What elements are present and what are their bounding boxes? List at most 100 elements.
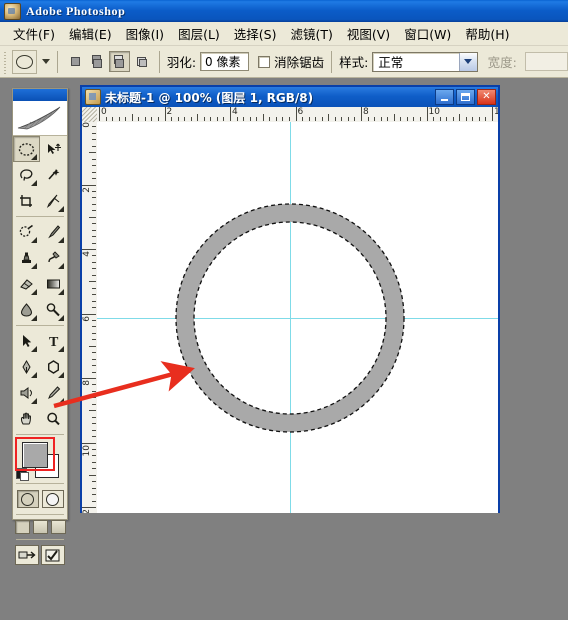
ruler-minor-tick (92, 436, 96, 438)
menu-image[interactable]: 图像(I) (119, 22, 171, 45)
blur-tool[interactable] (13, 297, 40, 323)
crop-tool[interactable] (13, 188, 40, 214)
ruler-label: 8 (363, 107, 369, 117)
jump-to-imageready-button[interactable] (15, 545, 39, 565)
path-selection-tool[interactable] (13, 328, 40, 354)
standard-screen-mode-button[interactable] (14, 520, 30, 534)
photoshop-app-icon (4, 2, 21, 20)
menu-file[interactable]: 文件(F) (6, 22, 62, 45)
ruler-major-tick (295, 107, 297, 121)
subtract-from-selection-button[interactable] (108, 51, 130, 72)
menu-help[interactable]: 帮助(H) (458, 22, 516, 45)
ruler-minor-tick (400, 117, 402, 121)
ruler-minor-tick (89, 152, 96, 154)
ruler-minor-tick (92, 468, 96, 470)
options-bar-grip[interactable] (2, 49, 10, 74)
standard-mode-button[interactable] (16, 490, 39, 508)
history-brush-tool[interactable] (40, 245, 67, 271)
ruler-minor-tick (92, 481, 96, 483)
menu-view[interactable]: 视图(V) (340, 22, 397, 45)
ruler-minor-tick (216, 117, 218, 121)
menu-select[interactable]: 选择(S) (227, 22, 284, 45)
selection-inner-marching-ants (193, 221, 387, 415)
feather-input[interactable]: 0 像素 (200, 52, 250, 71)
ruler-minor-tick (92, 416, 96, 418)
ruler-minor-tick (92, 307, 96, 309)
ruler-major-tick (361, 107, 362, 121)
shape-tool[interactable] (40, 354, 67, 380)
add-to-selection-button[interactable] (87, 51, 108, 72)
ruler-minor-tick (92, 255, 96, 257)
ruler-minor-tick (354, 117, 356, 121)
menu-layer[interactable]: 图层(L) (171, 22, 227, 45)
vertical-ruler[interactable]: 0 2 4 6 8 10 12 (82, 122, 98, 513)
ruler-minor-tick (92, 332, 96, 334)
ruler-minor-tick (459, 114, 461, 121)
intersect-selection-button[interactable] (131, 51, 152, 72)
move-tool[interactable] (40, 136, 67, 162)
full-screen-mode-button[interactable] (50, 520, 66, 534)
full-screen-with-menubar-button[interactable] (32, 520, 48, 534)
ruler-minor-tick (341, 117, 343, 121)
minimize-button[interactable] (435, 89, 454, 105)
close-button[interactable]: ✕ (477, 89, 496, 105)
ruler-minor-tick (452, 117, 454, 121)
clone-stamp-tool[interactable] (13, 245, 40, 271)
edit-in-imageready-button[interactable] (41, 545, 65, 565)
canvas-area[interactable] (97, 122, 498, 513)
ruler-minor-tick (190, 117, 192, 121)
dodge-tool[interactable] (40, 297, 67, 323)
notes-tool[interactable] (13, 380, 40, 406)
horizontal-ruler[interactable]: 0 2 4 6 8 10 12 (97, 107, 498, 123)
type-tool[interactable]: T (40, 328, 67, 354)
document-title-bar[interactable]: 未标题-1 @ 100% (图层 1, RGB/8) ✕ (82, 87, 498, 107)
gradient-tool[interactable] (40, 271, 67, 297)
ruler-label: 12 (82, 509, 92, 513)
ruler-minor-tick (256, 117, 258, 121)
divider (158, 50, 160, 73)
brush-tool[interactable] (40, 219, 67, 245)
menu-window[interactable]: 窗口(W) (397, 22, 458, 45)
chevron-down-icon[interactable] (41, 59, 50, 64)
style-select[interactable]: 正常 (372, 51, 478, 72)
menu-filter[interactable]: 滤镜(T) (283, 22, 339, 45)
ruler-minor-tick (387, 117, 389, 121)
eyedropper-tool[interactable] (40, 380, 67, 406)
new-selection-button[interactable] (65, 51, 86, 72)
document-body: 0 2 4 6 8 10 12 0 2 4 6 8 10 12 (82, 107, 498, 513)
ruler-minor-tick (485, 117, 487, 121)
ruler-minor-tick (92, 210, 96, 212)
menu-edit[interactable]: 编辑(E) (62, 22, 119, 45)
ruler-minor-tick (92, 358, 96, 360)
ruler-minor-tick (92, 126, 96, 128)
toolbox-drag-handle[interactable] (13, 89, 67, 101)
eraser-tool[interactable] (13, 271, 40, 297)
antialias-checkbox[interactable]: 消除锯齿 (258, 52, 324, 71)
ruler-label: 4 (82, 251, 92, 257)
ruler-minor-tick (275, 117, 277, 121)
hand-tool[interactable] (13, 406, 40, 432)
ruler-minor-tick (177, 117, 179, 121)
ruler-minor-tick (125, 117, 127, 121)
ruler-minor-tick (92, 197, 96, 199)
quick-mask-mode-button[interactable] (41, 490, 64, 508)
lasso-tool[interactable] (13, 162, 40, 188)
ruler-corner[interactable] (82, 107, 98, 123)
healing-brush-tool[interactable] (13, 219, 40, 245)
pen-tool[interactable] (13, 354, 40, 380)
ruler-label: 2 (166, 107, 173, 117)
elliptical-marquee-tool[interactable] (13, 136, 40, 162)
magic-wand-tool[interactable] (40, 162, 67, 188)
ruler-minor-tick (138, 117, 140, 121)
maximize-button[interactable] (456, 89, 475, 105)
ruler-minor-tick (92, 352, 96, 354)
document-window: 未标题-1 @ 100% (图层 1, RGB/8) ✕ 0 2 4 6 8 10 12 0… (80, 85, 500, 513)
zoom-tool[interactable] (40, 406, 67, 432)
ruler-label: 12 (494, 108, 498, 117)
ruler-minor-tick (151, 117, 153, 121)
ruler-minor-tick (92, 300, 96, 302)
elliptical-marquee-icon[interactable] (12, 49, 37, 74)
slice-tool[interactable] (40, 188, 67, 214)
chevron-down-icon[interactable] (458, 52, 477, 71)
ruler-minor-tick (92, 448, 96, 450)
